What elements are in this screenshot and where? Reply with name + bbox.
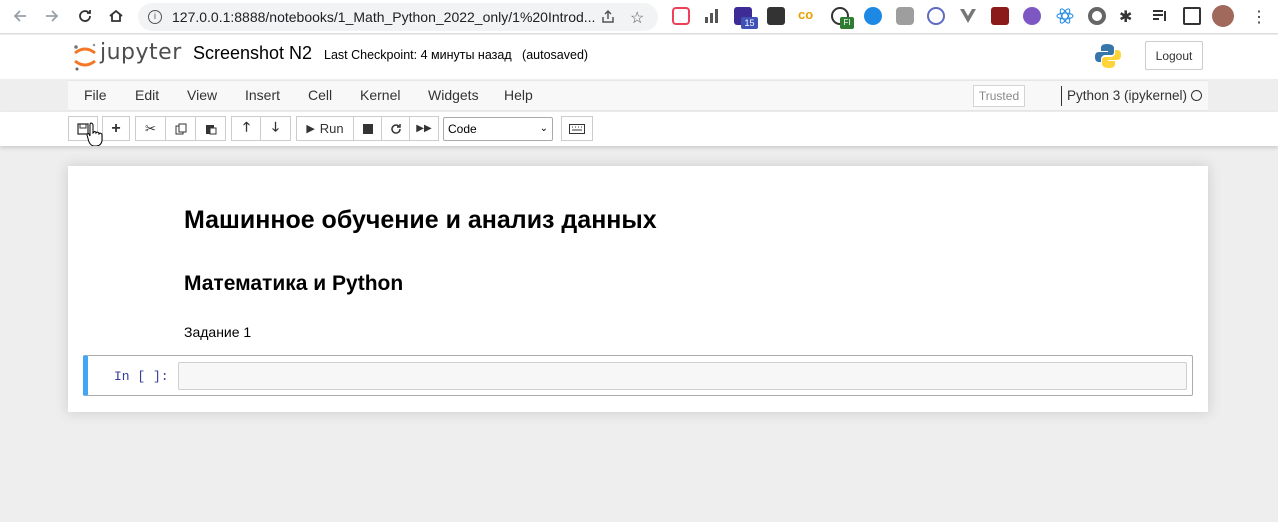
vue-icon[interactable] [959,7,977,25]
python-logo-icon [1094,42,1122,75]
command-palette-button[interactable] [561,116,593,141]
restart-icon [390,123,401,134]
restart-run-all-button[interactable]: ▶▶ [409,116,439,141]
address-bar[interactable]: i 127.0.0.1:8888/notebooks/1_Math_Python… [138,3,658,31]
code-cell-input[interactable] [178,362,1187,390]
scissors-icon: ✂ [145,120,156,136]
home-icon[interactable] [106,6,126,26]
jupyter-header [0,35,1278,79]
copy-icon [175,123,186,134]
menu-file[interactable]: File [84,87,107,103]
notebook-heading-1[interactable]: Машинное обучение и анализ данных [184,206,657,235]
paste-button[interactable] [195,116,226,141]
plus-icon: + [111,119,121,137]
menu-kernel[interactable]: Kernel [360,87,400,103]
keyboard-icon [569,123,585,134]
browser-toolbar: i 127.0.0.1:8888/notebooks/1_Math_Python… [0,0,1278,34]
kernel-status-icon [1191,90,1202,101]
co-extension-icon[interactable]: co [798,7,816,25]
pocket-icon[interactable] [672,7,690,25]
move-down-button[interactable]: 🡓 [260,116,291,141]
checkpoint-text: Last Checkpoint: 4 минуты назад [324,48,512,62]
jupyter-logo-text[interactable]: jupyter [100,40,182,65]
fast-forward-icon: ▶▶ [416,123,432,134]
menu-kebab-icon[interactable]: ⋮ [1250,7,1268,26]
activity-icon[interactable] [927,7,945,25]
purple-circle-icon[interactable] [1023,7,1041,25]
menubar: File Edit View Insert Cell Kernel Widget… [68,80,1208,111]
bookmark-star-icon[interactable]: ☆ [630,8,644,28]
trusted-indicator[interactable]: Trusted [973,85,1025,107]
forward-icon[interactable] [42,6,62,26]
cell-prompt: In [ ]: [114,369,169,384]
react-icon[interactable] [1056,7,1074,25]
menu-view[interactable]: View [187,87,217,103]
play-icon: ▶ [306,123,315,135]
notebook-paragraph[interactable]: Задание 1 [184,324,251,340]
camera-icon[interactable] [896,7,914,25]
hand-cursor-icon [86,122,104,151]
chevron-down-icon: ⌄ [539,123,548,134]
stop-icon [362,123,373,134]
avatar[interactable] [1212,5,1234,27]
cut-button[interactable]: ✂ [135,116,166,141]
art-icon[interactable] [991,7,1009,25]
record-icon[interactable] [1088,7,1106,25]
kernel-name: Python 3 (ipykernel) [1061,86,1187,106]
autosave-text: (autosaved) [522,48,589,62]
menu-widgets[interactable]: Widgets [428,87,479,103]
cell-type-select[interactable]: Code ⌄ [443,117,553,141]
move-up-button[interactable]: 🡑 [231,116,262,141]
site-info-icon[interactable]: i [148,10,162,24]
check-circle-icon[interactable] [864,7,882,25]
url-text[interactable]: 127.0.0.1:8888/notebooks/1_Math_Python_2… [172,9,595,25]
restart-button[interactable] [381,116,410,141]
arrow-up-icon: 🡑 [243,118,250,134]
interrupt-button[interactable] [353,116,382,141]
insert-cell-button[interactable]: + [102,116,130,141]
copy-button[interactable] [165,116,196,141]
notebook-title[interactable]: Screenshot N2 [193,43,312,64]
notebook-heading-2[interactable]: Математика и Python [184,272,403,296]
reload-icon[interactable] [75,6,95,26]
menu-cell[interactable]: Cell [308,87,332,103]
menu-help[interactable]: Help [504,87,533,103]
side-panel-icon[interactable] [1183,7,1201,25]
menu-insert[interactable]: Insert [245,87,280,103]
jupyter-logo-icon[interactable] [72,42,98,77]
extensions-puzzle-icon[interactable]: ✱ [1119,7,1137,26]
reading-list-icon[interactable] [1151,7,1169,25]
run-button[interactable]: ▶ Run [296,116,354,141]
logout-button[interactable]: Logout [1145,41,1203,70]
stats-icon[interactable] [703,7,721,25]
back-icon[interactable] [10,6,30,26]
share-icon[interactable] [600,9,616,30]
checkpoint-status: Last Checkpoint: 4 минуты назад (autosav… [324,48,588,62]
menu-edit[interactable]: Edit [135,87,159,103]
cell-type-value: Code [448,122,477,136]
terminal-icon[interactable] [767,7,785,25]
extension-badge: 15 [741,17,758,29]
paste-icon [205,124,216,134]
extension-badge-fi: FI [840,17,854,29]
run-label: Run [319,121,344,136]
arrow-down-icon: 🡓 [272,118,279,134]
